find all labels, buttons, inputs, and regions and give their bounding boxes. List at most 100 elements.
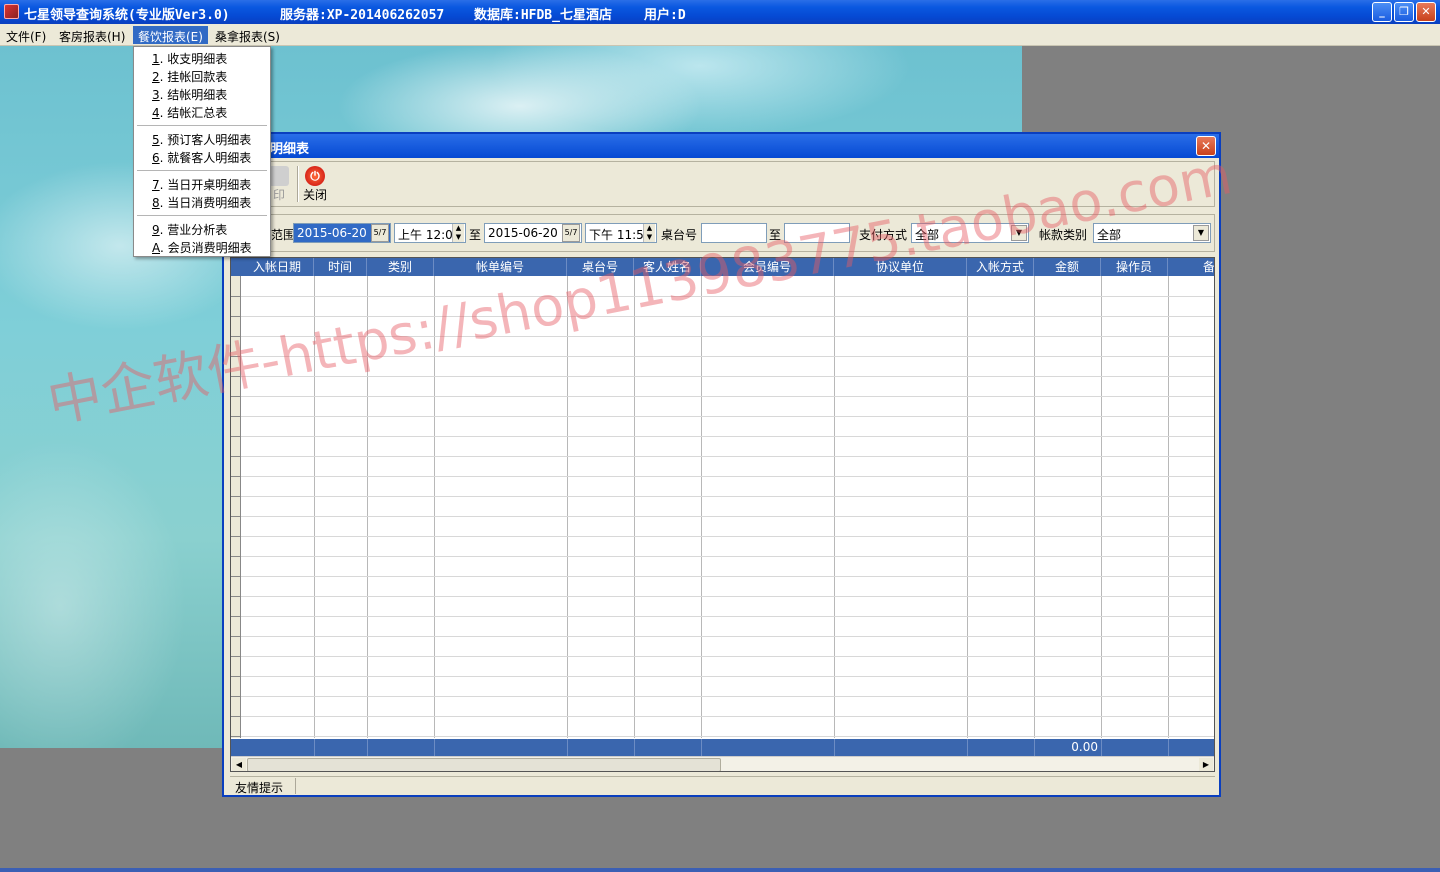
col-header-operator[interactable]: 操作员: [1101, 258, 1168, 276]
bottom-edge: [0, 868, 1440, 872]
account-type-value: 全部: [1097, 228, 1122, 242]
printer-icon: [269, 166, 289, 186]
close-app-button[interactable]: ✕: [1416, 2, 1436, 22]
table-no-label: 桌台号: [661, 228, 698, 242]
col-header-time[interactable]: 时间: [314, 258, 367, 276]
row-indicator-line: [231, 716, 241, 717]
col-header-member-no[interactable]: 会员编号: [701, 258, 834, 276]
menu-item-business-analysis[interactable]: 9. 营业分析表: [152, 221, 227, 239]
account-type-label: 帐款类别: [1039, 228, 1088, 242]
menu-item-checkout-summary[interactable]: 4. 结帐汇总表: [152, 104, 227, 122]
grid-row-line: [231, 376, 1214, 377]
menu-item-daily-open-tables[interactable]: 7. 当日开桌明细表: [152, 176, 251, 194]
grid-row-line: [231, 396, 1214, 397]
grid-row-line: [231, 696, 1214, 697]
col-header-amount[interactable]: 金额: [1034, 258, 1101, 276]
col-header-category[interactable]: 类别: [367, 258, 434, 276]
end-time-spinner[interactable]: ▲ ▼: [643, 224, 655, 242]
report-grid[interactable]: 入帐日期 时间 类别 帐单编号 桌台号 客人姓名 会员编号 协议单位 入帐方式 …: [230, 257, 1215, 772]
horizontal-scrollbar[interactable]: ◀ ▶: [231, 756, 1214, 771]
payment-method-select[interactable]: 全部 ▼: [911, 223, 1029, 243]
col-header-date[interactable]: 入帐日期: [241, 258, 314, 276]
table-no-from-input[interactable]: [701, 223, 767, 243]
app-title: 七星领导查询系统(专业版Ver3.0): [24, 8, 230, 23]
row-indicator-line: [231, 616, 241, 617]
col-header-bill-no[interactable]: 帐单编号: [434, 258, 567, 276]
start-time-spinner[interactable]: ▲ ▼: [452, 224, 464, 242]
grid-row-line: [231, 576, 1214, 577]
col-header-table-no[interactable]: 桌台号: [567, 258, 634, 276]
menu-separator: [137, 125, 267, 126]
grid-column-line: [967, 276, 968, 738]
grid-column-line: [634, 276, 635, 738]
grid-column-line: [434, 276, 435, 738]
menu-sauna-reports[interactable]: 桑拿报表(S): [210, 26, 285, 44]
start-calendar-icon[interactable]: 5/7: [371, 224, 389, 242]
summary-column-line: [1168, 739, 1169, 756]
row-indicator-line: [231, 596, 241, 597]
grid-row-line: [231, 636, 1214, 637]
menu-item-income-expense[interactable]: 1. 收支明细表: [152, 50, 227, 68]
restore-button[interactable]: ❐: [1394, 2, 1414, 22]
chevron-down-icon: ▼: [1193, 225, 1209, 241]
grid-header: 入帐日期 时间 类别 帐单编号 桌台号 客人姓名 会员编号 协议单位 入帐方式 …: [231, 258, 1214, 276]
account-type-select[interactable]: 全部 ▼: [1093, 223, 1211, 243]
print-button-label: 印: [272, 188, 285, 202]
grid-row-line: [231, 536, 1214, 537]
report-window-close-button[interactable]: ✕: [1196, 136, 1216, 156]
grid-row-line: [231, 436, 1214, 437]
menu-file[interactable]: 文件(F): [1, 26, 51, 44]
menu-item-member-consumption[interactable]: A. 会员消费明细表: [152, 239, 252, 257]
table-no-to-input[interactable]: [784, 223, 850, 243]
row-indicator-line: [231, 736, 241, 737]
menu-item-reservation-guests[interactable]: 5. 预订客人明细表: [152, 131, 251, 149]
grid-row-line: [231, 616, 1214, 617]
row-indicator-line: [231, 376, 241, 377]
end-calendar-icon[interactable]: 5/7: [562, 224, 580, 242]
user-info: 用户:D: [644, 8, 686, 23]
row-indicator-line: [231, 476, 241, 477]
col-header-remark[interactable]: 备: [1168, 258, 1214, 276]
summary-column-line: [834, 739, 835, 756]
row-indicator-line: [231, 656, 241, 657]
col-header-entry-method[interactable]: 入帐方式: [967, 258, 1034, 276]
minimize-button[interactable]: _: [1372, 2, 1392, 22]
grid-row-line: [231, 456, 1214, 457]
table-no-to-label: 至: [769, 228, 782, 242]
main-title-bar: 七星领导查询系统(专业版Ver3.0) 服务器:XP-201406262057 …: [0, 0, 1440, 24]
start-time-value: 上午 12:0: [398, 228, 453, 242]
col-header-guest-name[interactable]: 客人姓名: [634, 258, 701, 276]
menu-item-checkout-detail[interactable]: 3. 结帐明细表: [152, 86, 227, 104]
chevron-down-icon: ▼: [1011, 225, 1027, 241]
menu-item-dining-guests[interactable]: 6. 就餐客人明细表: [152, 149, 251, 167]
end-time-value: 下午 11:5: [589, 228, 644, 242]
row-indicator-line: [231, 576, 241, 577]
spin-down-icon: ▼: [455, 233, 462, 241]
menu-room-reports[interactable]: 客房报表(H): [54, 26, 130, 44]
summary-column-line: [367, 739, 368, 756]
status-bar: 友情提示: [230, 776, 1215, 795]
dining-reports-dropdown: 1. 收支明细表 2. 挂帐回款表 3. 结帐明细表 4. 结帐汇总表 5. 预…: [133, 46, 271, 257]
row-indicator-line: [231, 396, 241, 397]
summary-column-line: [314, 739, 315, 756]
row-indicator-line: [231, 556, 241, 557]
close-report-button[interactable]: ⏻ 关闭: [297, 164, 333, 204]
summary-column-line: [634, 739, 635, 756]
menu-item-credit-repayment[interactable]: 2. 挂帐回款表: [152, 68, 227, 86]
menu-item-daily-consumption[interactable]: 8. 当日消费明细表: [152, 194, 251, 212]
scroll-right-icon[interactable]: ▶: [1199, 758, 1213, 771]
row-indicator-line: [231, 496, 241, 497]
status-tip: 友情提示: [230, 778, 296, 795]
row-indicator-column: [231, 276, 241, 738]
menu-dining-reports[interactable]: 餐饮报表(E): [133, 26, 208, 44]
scroll-left-icon[interactable]: ◀: [232, 758, 246, 771]
summary-column-line: [967, 739, 968, 756]
grid-column-line: [1168, 276, 1169, 738]
col-header-agreement-unit[interactable]: 协议单位: [834, 258, 967, 276]
grid-column-line: [834, 276, 835, 738]
app-logo-icon: [4, 4, 19, 19]
end-date-value: 2015-06-20: [488, 226, 558, 240]
row-indicator-line: [231, 636, 241, 637]
scroll-thumb[interactable]: [247, 758, 721, 771]
report-toolbar: 印 ⏻ 关闭: [230, 161, 1215, 207]
